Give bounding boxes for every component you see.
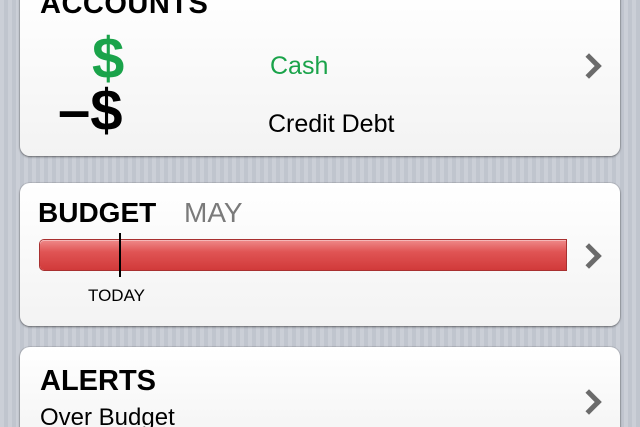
today-label: TODAY [88, 286, 145, 305]
accounts-card[interactable]: ACCOUNTS $ Cash –$ Credit Debt [20, 0, 620, 156]
budget-title: BUDGET [38, 197, 157, 228]
alerts-title: ALERTS [40, 365, 156, 397]
cash-label: Cash [270, 52, 329, 80]
alerts-subtitle: Over Budget [40, 404, 175, 427]
chevron-right-icon[interactable] [576, 243, 602, 269]
budget-month: MAY [184, 197, 243, 228]
today-marker [119, 233, 121, 277]
alerts-card[interactable]: ALERTS Over Budget [20, 347, 620, 427]
debt-dollar-icon: –$ [58, 78, 123, 143]
chevron-right-icon[interactable] [576, 53, 602, 79]
budget-card[interactable]: BUDGET MAY TODAY [20, 183, 620, 326]
accounts-title: ACCOUNTS [40, 0, 209, 20]
credit-debt-label: Credit Debt [268, 110, 395, 138]
chevron-right-icon[interactable] [576, 389, 602, 415]
